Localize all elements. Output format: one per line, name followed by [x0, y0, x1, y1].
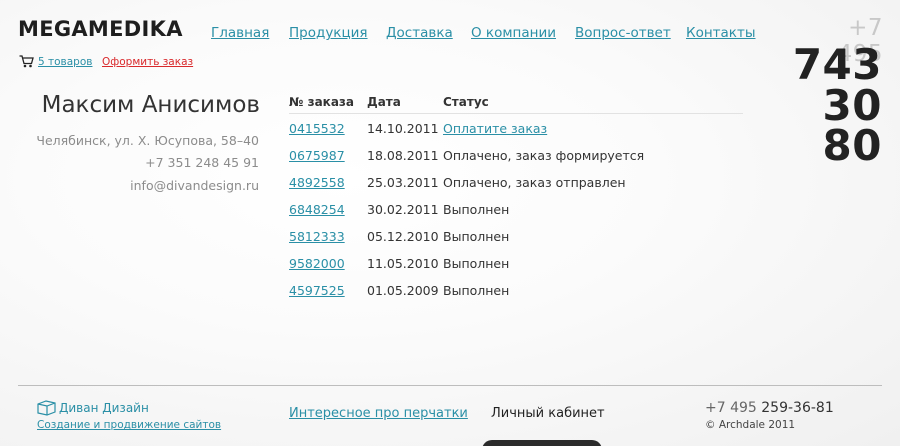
user-address: Челябинск, ул. Х. Юсупова, 58–40 — [36, 133, 259, 148]
site-logo[interactable]: MEGAMEDIKA — [18, 17, 183, 41]
orders-table-header: № заказа Дата Статус — [289, 95, 743, 114]
column-header-date: Дата — [367, 95, 401, 109]
cart-count-link[interactable]: 5 товаров — [38, 56, 92, 68]
footer-phone: +7 495 259-36-81 — [705, 400, 834, 416]
order-date: 30.02.2011 — [367, 202, 439, 217]
user-name: Максим Анисимов — [41, 92, 260, 118]
order-date: 01.05.2009 — [367, 283, 439, 298]
phone-part-1: 743 — [792, 40, 882, 89]
order-status: Выполнен — [443, 202, 510, 217]
gloves-article-link[interactable]: Интересное про перчатки — [289, 406, 468, 421]
studio-tagline-link[interactable]: Создание и продвижение сайтов — [37, 419, 221, 431]
phone-part-3: 80 — [822, 121, 882, 170]
table-row: 6848254 30.02.2011 Выполнен — [289, 195, 743, 222]
order-status: Выполнен — [443, 256, 510, 271]
table-row: 9582000 11.05.2010 Выполнен — [289, 249, 743, 276]
account-label: Личный кабинет — [491, 406, 605, 421]
sofa-logo-icon — [37, 400, 56, 416]
checkout-link[interactable]: Оформить заказ — [102, 56, 193, 68]
column-header-number: № заказа — [289, 95, 354, 109]
order-status: Выполнен — [443, 283, 510, 298]
order-status: Выполнен — [443, 229, 510, 244]
nav-item-about[interactable]: О компании — [471, 25, 556, 41]
order-number-link[interactable]: 0415532 — [289, 121, 345, 136]
nav-item-contacts[interactable]: Контакты — [686, 25, 755, 41]
bottom-tab-handle[interactable] — [482, 440, 602, 446]
nav-item-delivery[interactable]: Доставка — [386, 25, 453, 41]
order-date: 11.05.2010 — [367, 256, 439, 271]
order-number-link[interactable]: 4597525 — [289, 283, 345, 298]
footer-phone-number: 259-36-81 — [761, 400, 834, 416]
user-phone: +7 351 248 45 91 — [145, 155, 259, 170]
nav-item-products[interactable]: Продукция — [289, 25, 368, 41]
order-number-link[interactable]: 5812333 — [289, 229, 345, 244]
order-number-link[interactable]: 0675987 — [289, 148, 345, 163]
footer-phone-prefix: +7 495 — [705, 400, 757, 416]
order-number-link[interactable]: 9582000 — [289, 256, 345, 271]
table-row: 5812333 05.12.2010 Выполнен — [289, 222, 743, 249]
studio-name: Диван Дизайн — [59, 401, 149, 415]
order-date: 18.08.2011 — [367, 148, 439, 163]
cart-icon — [19, 55, 34, 68]
user-email: info@divandesign.ru — [130, 178, 259, 193]
table-row: 0415532 14.10.2011 Оплатите заказ — [289, 114, 743, 141]
table-row: 4892558 25.03.2011 Оплачено, заказ отпра… — [289, 168, 743, 195]
order-status: Оплачено, заказ отправлен — [443, 175, 626, 190]
pay-order-link[interactable]: Оплатите заказ — [443, 121, 547, 136]
order-date: 14.10.2011 — [367, 121, 439, 136]
table-row: 0675987 18.08.2011 Оплачено, заказ форми… — [289, 141, 743, 168]
nav-item-home[interactable]: Главная — [211, 25, 269, 41]
column-header-status: Статус — [443, 95, 489, 109]
order-date: 05.12.2010 — [367, 229, 439, 244]
table-row: 4597525 01.05.2009 Выполнен — [289, 276, 743, 303]
footer-divider — [18, 385, 882, 386]
order-number-link[interactable]: 4892558 — [289, 175, 345, 190]
copyright: © Archdale 2011 — [705, 419, 796, 431]
order-number-link[interactable]: 6848254 — [289, 202, 345, 217]
order-date: 25.03.2011 — [367, 175, 439, 190]
order-status: Оплачено, заказ формируется — [443, 148, 645, 163]
nav-item-faq[interactable]: Вопрос-ответ — [575, 25, 671, 41]
orders-table: № заказа Дата Статус 0415532 14.10.2011 … — [289, 95, 743, 303]
